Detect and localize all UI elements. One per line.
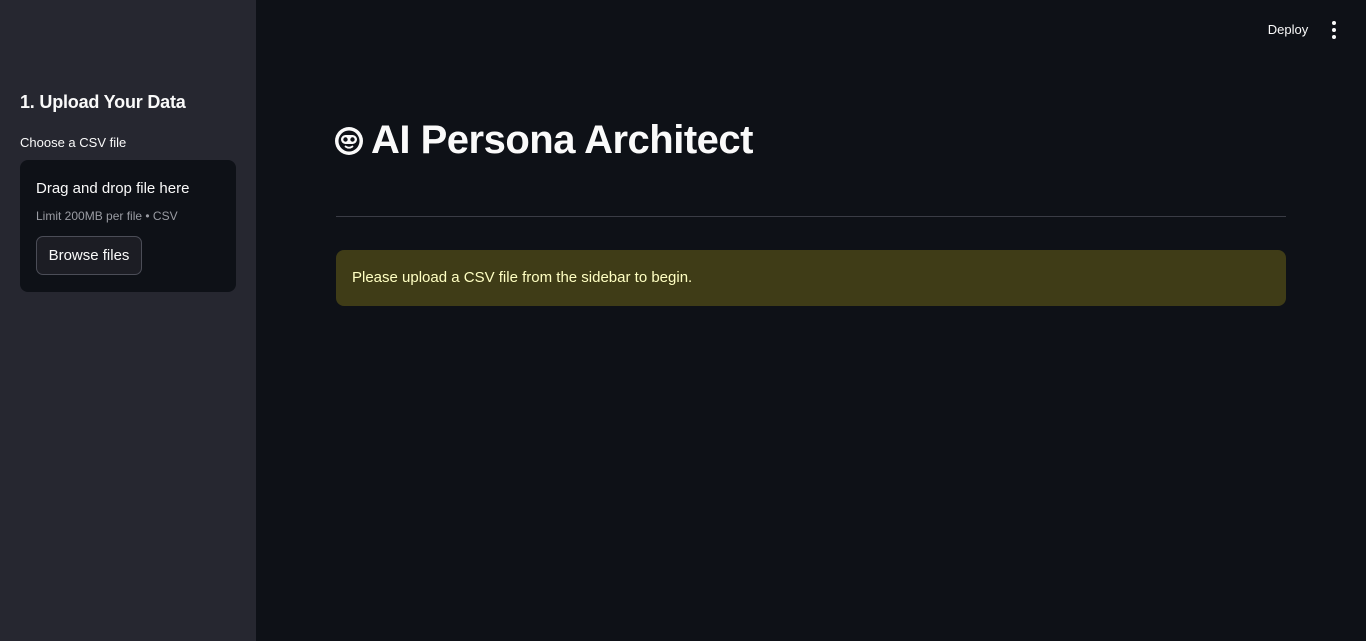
sidebar-heading: 1. Upload Your Data (20, 92, 186, 112)
more-vertical-icon[interactable] (1324, 18, 1344, 42)
page-title: AI Persona Architect (371, 118, 753, 162)
app-window: 1. Upload Your Data Choose a CSV file Dr… (0, 0, 1366, 641)
deploy-button[interactable]: Deploy (1255, 18, 1321, 42)
dropzone-limit-text: Limit 200MB per file • CSV (36, 209, 178, 223)
file-uploader-label: Choose a CSV file (20, 135, 127, 150)
title-row: AI Persona Architect (333, 118, 753, 163)
warning-alert: Please upload a CSV file from the sideba… (336, 250, 1286, 306)
file-dropzone[interactable]: Drag and drop file here Limit 200MB per … (20, 160, 236, 292)
browse-files-button[interactable]: Browse files (36, 236, 142, 275)
robot-face-icon (335, 126, 363, 155)
dropzone-instructions: Drag and drop file here (36, 180, 190, 197)
divider (336, 216, 1286, 217)
sidebar: 1. Upload Your Data Choose a CSV file Dr… (0, 0, 256, 641)
